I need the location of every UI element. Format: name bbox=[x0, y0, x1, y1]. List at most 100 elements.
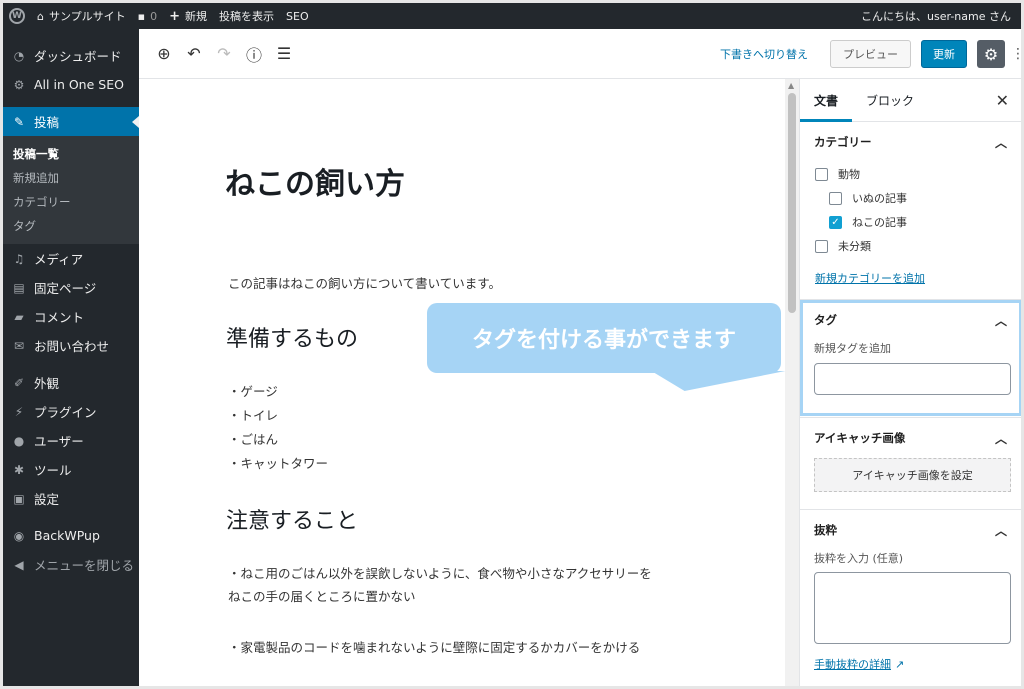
sidebar-collapse-menu[interactable]: ◀ メニューを閉じる bbox=[3, 550, 139, 579]
checkbox[interactable] bbox=[815, 239, 828, 253]
sidebar-item-label: 外観 bbox=[34, 376, 60, 391]
wordpress-icon: W bbox=[9, 8, 25, 24]
heading-preparation[interactable]: 準備するもの bbox=[226, 321, 358, 353]
switch-to-draft-link[interactable]: 下書きへ切り替え bbox=[720, 46, 808, 62]
add-category-link[interactable]: 新規カテゴリーを追加 bbox=[815, 272, 925, 285]
view-post-link[interactable]: 投稿を表示 bbox=[213, 3, 280, 29]
checkbox[interactable] bbox=[829, 191, 842, 205]
info-icon[interactable]: ⓘ bbox=[239, 39, 269, 69]
greeting-text: こんにちは、user-name さん bbox=[861, 10, 1011, 23]
sidebar-item-label: コメント bbox=[34, 310, 85, 325]
tab-document[interactable]: 文書 bbox=[800, 79, 853, 122]
sidebar-item-settings[interactable]: ▣ 設定 bbox=[3, 484, 139, 513]
admin-sidebar: ◔ ダッシュボード ⚙ All in One SEO ✎ 投稿 投稿一覧 新規追加 カ… bbox=[3, 29, 139, 686]
paragraph-note-1a[interactable]: ・ねこ用のごはん以外を誤飲しないように、食べ物や小さなアクセサリーを bbox=[228, 563, 652, 582]
sidebar-item-appearance[interactable]: ✐ 外観 bbox=[3, 368, 139, 397]
sidebar-item-contact[interactable]: ✉ お問い合わせ bbox=[3, 331, 139, 360]
sidebar-item-posts[interactable]: ✎ 投稿 bbox=[3, 107, 139, 136]
tab-block[interactable]: ブロック bbox=[852, 79, 928, 122]
sidebar-item-label: ユーザー bbox=[34, 434, 84, 449]
list-item[interactable]: ・トイレ bbox=[228, 405, 278, 424]
chevron-up-icon: ︿ bbox=[994, 523, 1007, 538]
sidebar-item-pages[interactable]: ▤ 固定ページ bbox=[3, 273, 139, 302]
featured-image-title: アイキャッチ画像 bbox=[814, 431, 906, 445]
page-icon: ▤ bbox=[13, 280, 25, 295]
sidebar-item-users[interactable]: ● ユーザー bbox=[3, 426, 139, 455]
chevron-up-icon: ︿ bbox=[994, 135, 1007, 150]
admin-bar: W ⌂ サンプルサイト ▪ 0 + 新規 投稿を表示 SEO こんにちは、use… bbox=[3, 3, 1021, 29]
external-link-icon: ↗ bbox=[895, 657, 905, 671]
panel-tabs: 文書 ブロック ✕ bbox=[800, 79, 1021, 122]
dashboard-icon: ◔ bbox=[13, 48, 25, 63]
sidebar-item-label: メディア bbox=[34, 252, 84, 267]
sidebar-item-tools[interactable]: ✱ ツール bbox=[3, 455, 139, 484]
checkbox[interactable] bbox=[815, 167, 828, 181]
excerpt-details-link[interactable]: 手動抜粋の詳細 bbox=[814, 656, 891, 672]
categories-header[interactable]: カテゴリー ︿ bbox=[800, 122, 1021, 162]
outline-icon[interactable]: ☰ bbox=[269, 39, 299, 69]
sidebar-item-label: メニューを閉じる bbox=[34, 558, 135, 573]
list-item[interactable]: ・ゲージ bbox=[228, 381, 278, 400]
category-label: 未分類 bbox=[838, 240, 871, 253]
category-label: 動物 bbox=[838, 168, 860, 181]
user-greeting[interactable]: こんにちは、user-name さん bbox=[861, 3, 1011, 29]
sidebar-item-aioseo[interactable]: ⚙ All in One SEO bbox=[3, 70, 139, 99]
comments-link[interactable]: ▪ 0 bbox=[132, 3, 163, 29]
paragraph-intro[interactable]: この記事はねこの飼い方について書いています。 bbox=[228, 273, 501, 292]
undo-icon[interactable]: ↶ bbox=[179, 39, 209, 69]
site-name-link[interactable]: ⌂ サンプルサイト bbox=[31, 3, 132, 29]
sidebar-item-backwpup[interactable]: ◉ BackWPup bbox=[3, 521, 139, 550]
submenu-item-tags[interactable]: タグ bbox=[3, 214, 139, 238]
preview-button[interactable]: プレビュー bbox=[830, 40, 911, 68]
featured-image-header[interactable]: アイキャッチ画像 ︿ bbox=[800, 418, 1021, 458]
list-item[interactable]: ・キャットタワー bbox=[228, 453, 328, 472]
sidebar-item-comments[interactable]: ▰ コメント bbox=[3, 302, 139, 331]
sidebar-item-plugins[interactable]: ⚡ プラグイン bbox=[3, 397, 139, 426]
paragraph-note-2[interactable]: ・家電製品のコードを噛まれないように壁際に固定するかカバーをかける bbox=[228, 637, 640, 656]
close-icon[interactable]: ✕ bbox=[996, 91, 1009, 110]
excerpt-textarea[interactable] bbox=[814, 572, 1011, 644]
wp-logo[interactable]: W bbox=[3, 3, 31, 29]
category-row[interactable]: 動物 bbox=[815, 162, 1006, 186]
featured-image-section: アイキャッチ画像 ︿ アイキャッチ画像を設定 bbox=[800, 418, 1021, 510]
gear-icon: ⚙ bbox=[13, 77, 25, 92]
callout-tail bbox=[634, 371, 786, 391]
paragraph-note-1b[interactable]: ねこの手の届くところに置かない bbox=[228, 586, 416, 605]
submenu-item-all-posts[interactable]: 投稿一覧 bbox=[3, 142, 139, 166]
submenu-item-add-new[interactable]: 新規追加 bbox=[3, 166, 139, 190]
scroll-up-arrow-icon[interactable]: ▲ bbox=[788, 81, 794, 90]
app-frame: W ⌂ サンプルサイト ▪ 0 + 新規 投稿を表示 SEO こんにちは、use… bbox=[3, 3, 1021, 686]
comment-icon: ▰ bbox=[14, 309, 24, 324]
checkbox-checked[interactable]: ✓ bbox=[829, 215, 842, 229]
sidebar-item-label: ツール bbox=[34, 463, 72, 478]
scroll-thumb[interactable] bbox=[788, 93, 796, 313]
sidebar-item-label: BackWPup bbox=[34, 528, 100, 543]
category-row[interactable]: ✓ ねこの記事 bbox=[815, 210, 1006, 234]
plugin-icon: ⚡ bbox=[14, 404, 24, 419]
add-block-icon[interactable]: ⊕ bbox=[149, 39, 179, 69]
post-title[interactable]: ねこの飼い方 bbox=[225, 159, 405, 203]
set-featured-image-button[interactable]: アイキャッチ画像を設定 bbox=[814, 458, 1011, 492]
collapse-icon: ◀ bbox=[14, 557, 24, 572]
excerpt-header[interactable]: 抜粋 ︿ bbox=[800, 510, 1021, 550]
sidebar-item-media[interactable]: ♫ メディア bbox=[3, 244, 139, 273]
submenu-item-categories[interactable]: カテゴリー bbox=[3, 190, 139, 214]
new-content-link[interactable]: + 新規 bbox=[163, 3, 213, 29]
list-item[interactable]: ・ごはん bbox=[228, 429, 278, 448]
category-label: ねこの記事 bbox=[852, 216, 907, 229]
seo-link[interactable]: SEO bbox=[280, 3, 315, 29]
settings-gear-button[interactable]: ⚙ bbox=[977, 40, 1005, 68]
heading-caution[interactable]: 注意すること bbox=[226, 503, 358, 535]
callout-text: タグを付ける事ができます bbox=[471, 328, 736, 353]
sidebar-item-label: プラグイン bbox=[34, 405, 97, 420]
sidebar-item-dashboard[interactable]: ◔ ダッシュボード bbox=[3, 41, 139, 70]
more-options-icon[interactable]: ⋮ bbox=[1011, 46, 1021, 62]
media-icon: ♫ bbox=[13, 251, 25, 266]
redo-icon[interactable]: ↷ bbox=[209, 39, 239, 69]
seo-label: SEO bbox=[286, 9, 309, 23]
category-row[interactable]: 未分類 bbox=[815, 234, 1006, 258]
editor-toolbar: ⊕ ↶ ↷ ⓘ ☰ 下書きへ切り替え プレビュー 更新 ⚙ ⋮ bbox=[139, 29, 1021, 79]
category-row[interactable]: いぬの記事 bbox=[815, 186, 1006, 210]
editor-scrollbar[interactable]: ▲ bbox=[785, 79, 799, 686]
update-button[interactable]: 更新 bbox=[921, 40, 967, 68]
